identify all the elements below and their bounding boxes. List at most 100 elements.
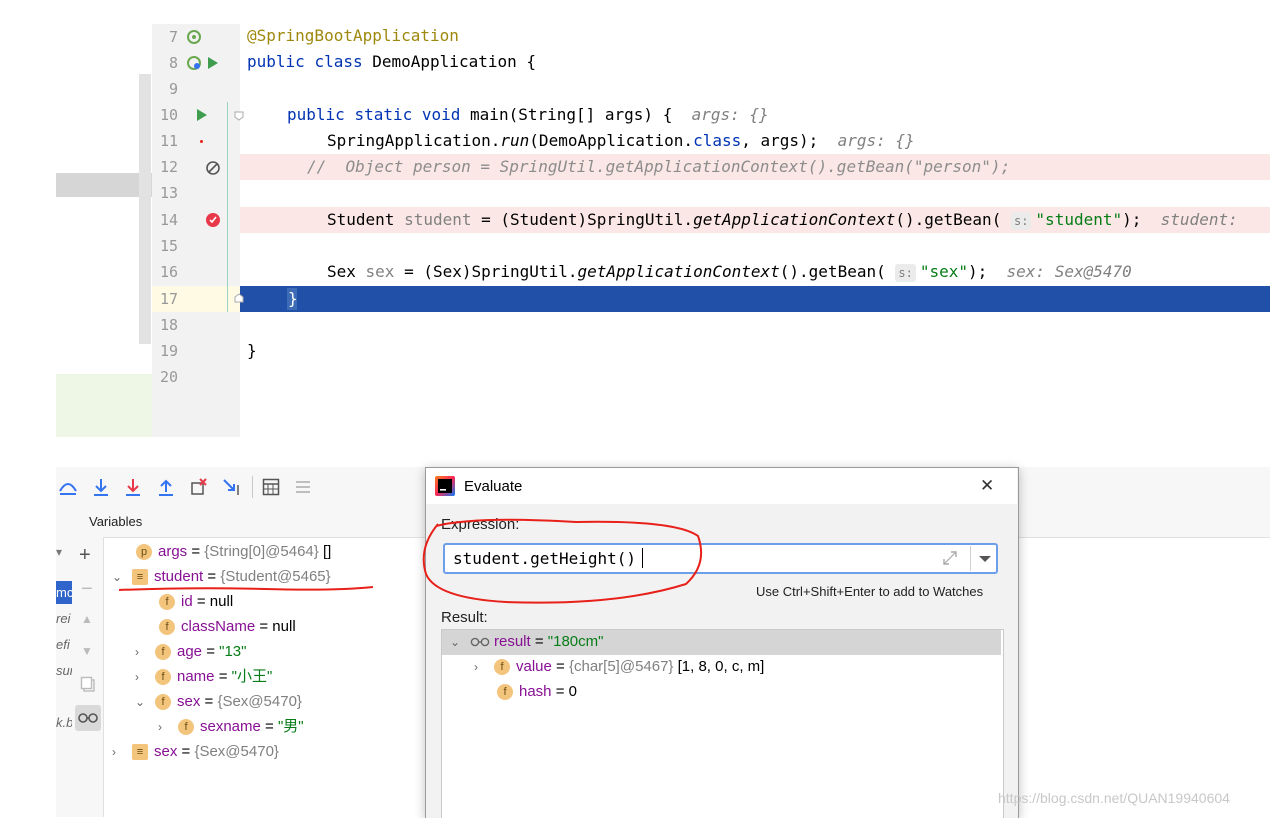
close-icon[interactable]: ✕ — [980, 476, 994, 496]
variable-row-classname[interactable]: f className = null — [159, 616, 296, 638]
var-name: sexname — [200, 718, 261, 735]
comment: // Object person = SpringUtil.getApplica… — [307, 157, 1011, 176]
line-number: 20 — [159, 368, 178, 386]
variable-row-name[interactable]: › f name = "小王" — [135, 666, 272, 688]
breakpoint-dot-icon — [200, 140, 203, 143]
var-name: name — [177, 668, 215, 685]
var-value: null — [209, 593, 234, 610]
move-up-icon[interactable]: ▲ — [81, 612, 93, 626]
chevron-right-icon[interactable]: › — [135, 666, 149, 688]
frame-fragment: sur — [56, 663, 72, 678]
var-type: {char[5]@5467} — [568, 658, 674, 675]
remove-watch-icon[interactable]: − — [81, 578, 93, 600]
result-child-value[interactable]: › f value = {char[5]@5467} [1, 8, 0, c, m] — [474, 656, 764, 678]
keyword: class — [693, 131, 742, 150]
field-badge-icon: f — [155, 694, 171, 711]
drop-frame-icon[interactable] — [189, 477, 209, 497]
code-text: Student — [327, 210, 405, 229]
code-text: run — [500, 131, 530, 150]
current-line-17 — [240, 286, 1270, 312]
code-line-19: } — [247, 338, 257, 364]
red-underline-annotation — [118, 586, 374, 591]
field-badge-icon: f — [494, 659, 510, 676]
fold-icon[interactable] — [233, 110, 245, 122]
var-name: value — [516, 658, 552, 675]
chevron-right-icon[interactable]: › — [112, 741, 126, 763]
variable-row-sexname[interactable]: › f sexname = "男" — [158, 716, 304, 738]
var-eq: = — [187, 543, 205, 560]
fold-icon[interactable] — [233, 292, 245, 304]
code-line-10: public static void main(String[] args) {… — [287, 102, 769, 128]
run-icon[interactable] — [207, 56, 219, 70]
result-child-hash[interactable]: f hash = 0 — [497, 681, 577, 703]
disabled-breakpoint-icon[interactable] — [205, 160, 221, 176]
var-name: age — [177, 643, 203, 660]
code-text: student — [404, 210, 472, 229]
gutter-fold-line — [227, 102, 228, 312]
var-name: className — [181, 618, 256, 635]
variable-row-age[interactable]: › f age = "13" — [135, 641, 246, 663]
code-text: = (Student)SpringUtil. — [471, 210, 694, 229]
parameter-hint: s: — [1010, 211, 1032, 230]
run-icon[interactable] — [196, 108, 208, 122]
code-line-8: public class DemoApplication { — [247, 49, 536, 75]
var-name: result — [494, 633, 531, 650]
keyword: class — [314, 52, 363, 71]
input-divider — [970, 546, 971, 571]
frame-fragment: k.b — [56, 715, 72, 730]
spring-bean-icon[interactable] — [186, 55, 202, 71]
red-circle-annotation — [422, 518, 702, 604]
show-execution-point-icon[interactable] — [58, 477, 78, 497]
history-dropdown-icon[interactable] — [978, 555, 992, 563]
breakpoint-icon[interactable] — [205, 212, 221, 228]
trace-stream-icon[interactable] — [294, 478, 312, 496]
move-down-icon[interactable]: ▼ — [81, 644, 93, 658]
chevron-right-icon[interactable]: › — [135, 641, 149, 663]
var-eq: = — [202, 643, 220, 660]
code-line-12: // Object person = SpringUtil.getApplica… — [307, 154, 1010, 180]
field-badge-icon: f — [155, 669, 171, 686]
code-text: ().getBean( — [779, 262, 886, 281]
frame-selected[interactable]: mc — [56, 581, 72, 604]
code-line-7: @SpringBootApplication — [247, 23, 459, 49]
variable-row-args[interactable]: p args = {String[0]@5464} [] — [136, 541, 331, 563]
var-eq: = — [551, 658, 569, 675]
line-number: 12 — [159, 158, 178, 176]
line-number: 18 — [159, 316, 178, 334]
evaluate-expression-icon[interactable] — [262, 478, 280, 496]
step-out-icon[interactable] — [156, 477, 176, 497]
var-type: {Sex@5470} — [217, 693, 302, 710]
chevron-right-icon[interactable]: › — [158, 716, 172, 738]
line-numbers: 7 8 9 10 11 12 13 14 15 16 17 18 19 20 — [152, 24, 178, 437]
line-number: 17 — [159, 290, 178, 308]
expand-icon[interactable] — [942, 550, 958, 566]
line-number: 15 — [159, 237, 178, 255]
code-text: } — [247, 341, 257, 360]
frame-fragment: rei — [56, 611, 71, 626]
step-into-icon[interactable] — [123, 477, 143, 497]
var-eq: = — [192, 593, 210, 610]
line-number: 10 — [159, 106, 178, 124]
variable-row-sex-field[interactable]: ⌄ f sex = {Sex@5470} — [135, 691, 302, 713]
var-name: args — [158, 543, 188, 560]
line-number: 7 — [168, 28, 178, 46]
run-to-cursor-icon[interactable] — [221, 477, 243, 497]
spring-bean-icon[interactable] — [186, 29, 202, 45]
variables-title: Variables — [89, 514, 143, 529]
variable-row-id[interactable]: f id = null — [159, 591, 233, 613]
chevron-right-icon[interactable]: › — [474, 656, 488, 678]
line-number: 13 — [159, 184, 178, 202]
code-text: ); — [1122, 210, 1142, 229]
chevron-down-icon[interactable]: ⌄ — [450, 631, 464, 653]
var-type: {String[0]@5464} — [204, 543, 319, 560]
add-watch-icon[interactable]: + — [79, 544, 91, 566]
result-row[interactable]: ⌄ result = "180cm" — [450, 631, 603, 653]
glasses-icon — [78, 713, 98, 723]
line-number: 11 — [159, 132, 178, 150]
copy-icon[interactable] — [80, 676, 96, 692]
step-over-icon[interactable] — [91, 477, 111, 497]
var-eq: = — [530, 633, 548, 650]
field-badge-icon: f — [159, 594, 175, 611]
variable-row-sex[interactable]: › ≡ sex = {Sex@5470} — [112, 741, 279, 763]
chevron-down-icon[interactable]: ⌄ — [135, 691, 149, 713]
